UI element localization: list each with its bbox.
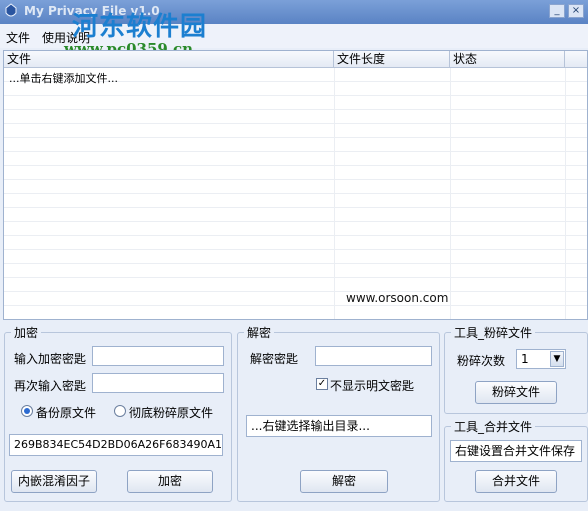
encrypt-key-label: 输入加密密匙 xyxy=(14,352,87,366)
close-button[interactable]: × xyxy=(568,4,584,18)
decrypt-button[interactable]: 解密 xyxy=(300,470,388,493)
hide-key-label[interactable]: 不显示明文密匙 xyxy=(330,377,414,394)
chevron-down-icon[interactable]: ▼ xyxy=(550,351,564,367)
shred-count-label: 粉碎次数 xyxy=(457,354,506,368)
hash-field[interactable]: 269B834EC54D2BD06A26F683490A19D9 xyxy=(9,434,223,456)
output-dir-field[interactable]: ...右键选择输出目录... xyxy=(246,415,432,437)
decrypt-legend: 解密 xyxy=(247,326,272,340)
app-icon xyxy=(5,3,17,17)
salt-button[interactable]: 内嵌混淆因子 xyxy=(11,470,97,493)
backup-label[interactable]: 备份原文件 xyxy=(36,404,96,421)
shred-tool-legend: 工具_粉碎文件 xyxy=(454,326,533,340)
shred-count-select[interactable]: 1 ▼ xyxy=(516,349,566,369)
watermark-logo: 河东软件园 xyxy=(72,12,208,42)
add-file-hint: ...单击右键添加文件... xyxy=(9,72,118,85)
shred-original-label[interactable]: 彻底粉碎原文件 xyxy=(129,404,213,421)
file-list-header: 文件 文件长度 状态 xyxy=(4,51,587,68)
encrypt-legend: 加密 xyxy=(14,326,39,340)
encrypt-button[interactable]: 加密 xyxy=(127,470,213,493)
minimize-button[interactable]: _ xyxy=(549,4,565,18)
shred-file-button[interactable]: 粉碎文件 xyxy=(475,381,557,404)
column-file[interactable]: 文件 xyxy=(4,51,334,68)
backup-radio[interactable] xyxy=(21,405,33,417)
confirm-key-input[interactable] xyxy=(92,373,224,393)
merge-tool-legend: 工具_合并文件 xyxy=(454,420,533,434)
decrypt-key-input[interactable] xyxy=(315,346,432,366)
website-label: www.orsoon.com xyxy=(346,291,449,305)
decrypt-key-label: 解密密匙 xyxy=(250,352,299,366)
encrypt-key-input[interactable] xyxy=(92,346,224,366)
shred-original-radio[interactable] xyxy=(114,405,126,417)
shred-count-value: 1 xyxy=(521,352,529,366)
file-list-body xyxy=(4,68,587,319)
column-size[interactable]: 文件长度 xyxy=(334,51,450,68)
confirm-key-label: 再次输入密匙 xyxy=(14,379,87,393)
hide-key-checkbox[interactable]: ✓ xyxy=(316,378,328,390)
merge-save-field[interactable]: 右键设置合并文件保存 xyxy=(450,440,582,462)
merge-file-button[interactable]: 合并文件 xyxy=(475,470,557,493)
file-list[interactable]: 文件 文件长度 状态 ...单击右键添加文件... www.orsoon.com xyxy=(3,50,588,320)
column-status[interactable]: 状态 xyxy=(450,51,565,68)
menu-file[interactable]: 文件 xyxy=(6,29,30,46)
